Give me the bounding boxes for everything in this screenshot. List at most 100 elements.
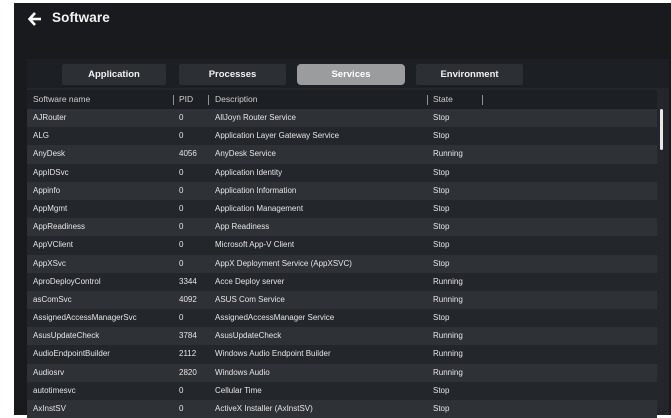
cell-software-name: autotimesvc <box>33 385 76 395</box>
tab-environment[interactable]: Environment <box>416 64 523 85</box>
cell-pid: 0 <box>179 385 184 395</box>
cell-pid: 4056 <box>179 149 197 159</box>
cell-state: Running <box>433 367 463 377</box>
cell-state: Running <box>433 349 463 359</box>
cell-software-name: ALG <box>33 131 50 141</box>
table-row[interactable]: autotimesvc 0 Cellular Time Stop <box>27 381 657 400</box>
cell-description: Application Management <box>215 203 304 213</box>
table-row[interactable]: AnyDesk 4056 AnyDesk Service Running <box>27 145 657 164</box>
cell-state: Stop <box>433 258 450 268</box>
table-row[interactable]: AppXSvc 0 AppX Deployment Service (AppXSVC… <box>27 254 657 273</box>
table-row[interactable]: AsusUpdateCheck 3784 AsusUpdateCheck Runnin… <box>27 327 657 346</box>
cell-pid: 0 <box>179 240 184 250</box>
table-row[interactable]: Appinfo 0 Application Information Stop <box>27 181 657 200</box>
cell-state: Stop <box>433 185 450 195</box>
cell-description: AppX Deployment Service (AppXSVC) <box>215 258 352 268</box>
cell-software-name: AJRouter <box>33 113 67 122</box>
column-divider[interactable] <box>427 95 428 105</box>
table-row[interactable]: ALG 0 Application Layer Gateway Service Sto… <box>27 127 657 146</box>
tab-bar: Application Processes Services Environme… <box>27 59 669 88</box>
cell-description: ASUS Com Service <box>215 294 285 304</box>
cell-pid: 2820 <box>179 367 197 377</box>
cell-pid: 0 <box>179 313 184 323</box>
cell-pid: 2112 <box>179 349 197 359</box>
cell-software-name: AproDeployControl <box>33 276 101 286</box>
cell-description: Application Identity <box>215 167 283 177</box>
scrollbar-thumb[interactable] <box>660 109 663 150</box>
cell-state: Running <box>433 276 463 286</box>
cell-state: Stop <box>433 113 450 122</box>
vertical-scrollbar[interactable] <box>659 109 665 415</box>
cell-state: Stop <box>433 240 450 250</box>
cell-description: AllJoyn Router Service <box>215 113 296 122</box>
column-divider[interactable] <box>173 95 174 105</box>
cell-pid: 0 <box>179 222 184 232</box>
arrow-left-icon <box>27 12 41 26</box>
table-row[interactable]: AppReadiness 0 App Readiness Stop <box>27 218 657 237</box>
cell-pid: 0 <box>179 167 184 177</box>
cell-pid: 0 <box>179 404 184 413</box>
cell-pid: 3344 <box>179 276 197 286</box>
column-header-description[interactable]: Description <box>215 90 258 109</box>
table-row[interactable]: AssignedAccessManagerSvc 0 AssignedAccessM… <box>27 309 657 328</box>
table-row[interactable]: AudioEndpointBuilder 2112 Windows Audio En… <box>27 345 657 364</box>
cell-state: Stop <box>433 385 450 395</box>
cell-pid: 4092 <box>179 294 197 304</box>
cell-description: Acce Deploy server <box>215 276 285 286</box>
cell-software-name: Audiosrv <box>33 367 65 377</box>
cell-state: Stop <box>433 313 450 323</box>
cell-software-name: AxInstSV <box>33 404 66 413</box>
cell-pid: 0 <box>179 113 184 122</box>
table-row[interactable]: Audiosrv 2820 Windows Audio Running <box>27 363 657 382</box>
cell-software-name: AppVClient <box>33 240 74 250</box>
column-divider[interactable] <box>208 95 209 105</box>
cell-description: AssignedAccessManager Service <box>215 313 335 323</box>
tab-services[interactable]: Services <box>297 64 405 85</box>
cell-software-name: asComSvc <box>33 294 72 304</box>
back-button[interactable] <box>27 11 42 27</box>
column-divider[interactable] <box>482 95 483 105</box>
cell-description: ActiveX Installer (AxInstSV) <box>215 404 313 413</box>
tab-application[interactable]: Application <box>62 64 166 85</box>
table-row[interactable]: AJRouter 0 AllJoyn Router Service Stop <box>27 109 657 128</box>
cell-software-name: AudioEndpointBuilder <box>33 349 110 359</box>
cell-state: Stop <box>433 404 450 413</box>
table-row[interactable]: AxInstSV 0 ActiveX Installer (AxInstSV) Sto… <box>27 400 657 418</box>
cell-description: AsusUpdateCheck <box>215 331 282 341</box>
column-header-state[interactable]: State <box>433 90 453 109</box>
column-header-software-name[interactable]: Software name <box>33 90 90 109</box>
cell-state: Stop <box>433 131 450 141</box>
cell-description: Windows Audio Endpoint Builder <box>215 349 331 359</box>
cell-description: App Readiness <box>215 222 270 232</box>
cell-pid: 3784 <box>179 331 197 341</box>
services-panel: Application Processes Services Environme… <box>27 59 669 418</box>
cell-software-name: AppXSvc <box>33 258 66 268</box>
cell-state: Stop <box>433 222 450 232</box>
cell-pid: 0 <box>179 185 184 195</box>
table-row[interactable]: asComSvc 4092 ASUS Com Service Running <box>27 290 657 310</box>
table-row[interactable]: AppMgmt 0 Application Management Stop <box>27 199 657 219</box>
cell-software-name: Appinfo <box>33 185 61 195</box>
cell-state: Stop <box>433 167 450 177</box>
cell-state: Running <box>433 294 463 304</box>
table-row[interactable]: AppIDSvc 0 Application Identity Stop <box>27 163 657 182</box>
cell-software-name: AppReadiness <box>33 222 86 232</box>
table-header: Software name PID Description State <box>27 90 657 109</box>
table-row[interactable]: AproDeployControl 3344 Acce Deploy server R… <box>27 272 657 291</box>
cell-software-name: AnyDesk <box>33 149 66 159</box>
cell-software-name: AppIDSvc <box>33 167 69 177</box>
column-header-pid[interactable]: PID <box>179 90 193 109</box>
cell-state: Running <box>433 331 463 341</box>
cell-pid: 0 <box>179 131 184 141</box>
cell-description: Application Information <box>215 185 297 195</box>
cell-description: Cellular Time <box>215 385 262 395</box>
table-row[interactable]: AppVClient 0 Microsoft App-V Client Stop <box>27 236 657 255</box>
cell-state: Stop <box>433 203 450 213</box>
software-window: Software Application Processes Services … <box>14 3 671 418</box>
cell-software-name: AsusUpdateCheck <box>33 331 100 341</box>
page-title: Software <box>52 10 110 25</box>
tab-processes[interactable]: Processes <box>179 64 286 85</box>
cell-description: Windows Audio <box>215 367 270 377</box>
cell-description: AnyDesk Service <box>215 149 276 159</box>
services-table-body: AJRouter 0 AllJoyn Router Service Stop ALG 0 A… <box>27 109 657 418</box>
